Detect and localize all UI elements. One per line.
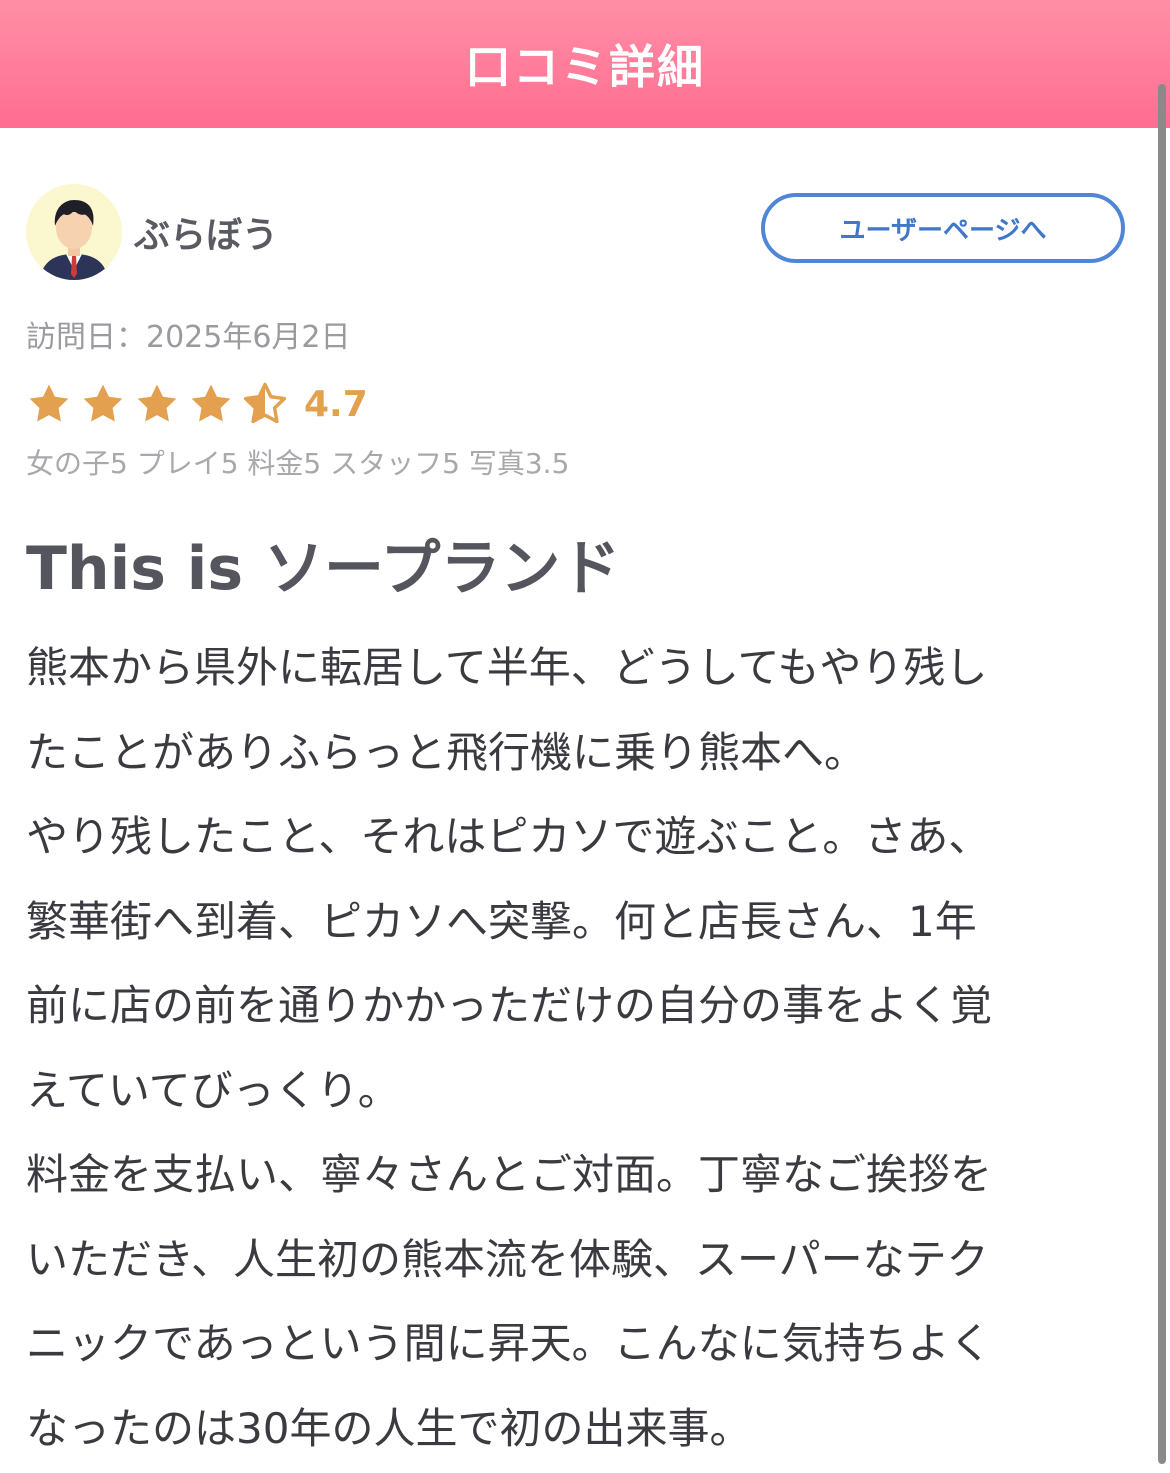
visit-date: 訪問日：2025年6月2日 — [26, 320, 351, 355]
star-full-icon — [191, 384, 231, 422]
star-full-icon — [29, 384, 69, 422]
review-body: 熊本から県外に転居して半年、どうしてもやり残し たことがありふらっと飛行機に乗り… — [26, 626, 1136, 1471]
star-half-icon — [243, 382, 287, 424]
review-line: 繁華街へ到着、ピカソへ突撃。何と店長さん、1年 — [26, 896, 977, 946]
user-row: ぶらぼう ユーザーページへ — [26, 184, 1136, 280]
review-line: やり残したこと、それはピカソで遊ぶこと。さあ、 — [26, 812, 991, 861]
review-line: 料金を支払い、寧々さんとご対面。丁寧なご挨拶を — [26, 1150, 993, 1199]
star-rating — [26, 381, 296, 427]
star-full-icon — [83, 384, 123, 422]
user-avatar-icon — [26, 184, 122, 280]
review-line: なったのは30年の人生で初の出来事。 — [26, 1403, 752, 1453]
review-detail-page: 口コミ詳細 ぶらぼう ユーザーページへ 訪問日：2025年6月2日 4.7 女の… — [0, 0, 1170, 1473]
review-line: たことがありふらっと飛行機に乗り熊本へ。 — [26, 727, 867, 777]
scrollbar[interactable] — [1158, 84, 1166, 1464]
rating-value: 4.7 — [304, 383, 368, 425]
star-full-icon — [137, 384, 177, 422]
username[interactable]: ぶらぼう — [134, 206, 278, 258]
review-line: 前に店の前を通りかかっただけの自分の事をよく覚 — [26, 981, 993, 1030]
review-title: This is ソープランド — [26, 534, 621, 604]
review-line: ニックであっという間に昇天。こんなに気持ちよく — [26, 1319, 992, 1368]
review-line: えていてびっくり。 — [26, 1065, 400, 1115]
rating-row: 4.7 — [26, 380, 368, 428]
sub-scores: 女の子5 プレイ5 料金5 スタッフ5 写真3.5 — [26, 447, 570, 480]
avatar[interactable] — [26, 184, 122, 280]
header-bar: 口コミ詳細 — [0, 0, 1170, 128]
page-title: 口コミ詳細 — [465, 40, 705, 94]
user-page-button[interactable]: ユーザーページへ — [761, 193, 1125, 263]
review-line: 熊本から県外に転居して半年、どうしてもやり残し — [26, 643, 988, 692]
review-line: いただき、人生初の熊本流を体験、スーパーなテク — [26, 1234, 989, 1284]
